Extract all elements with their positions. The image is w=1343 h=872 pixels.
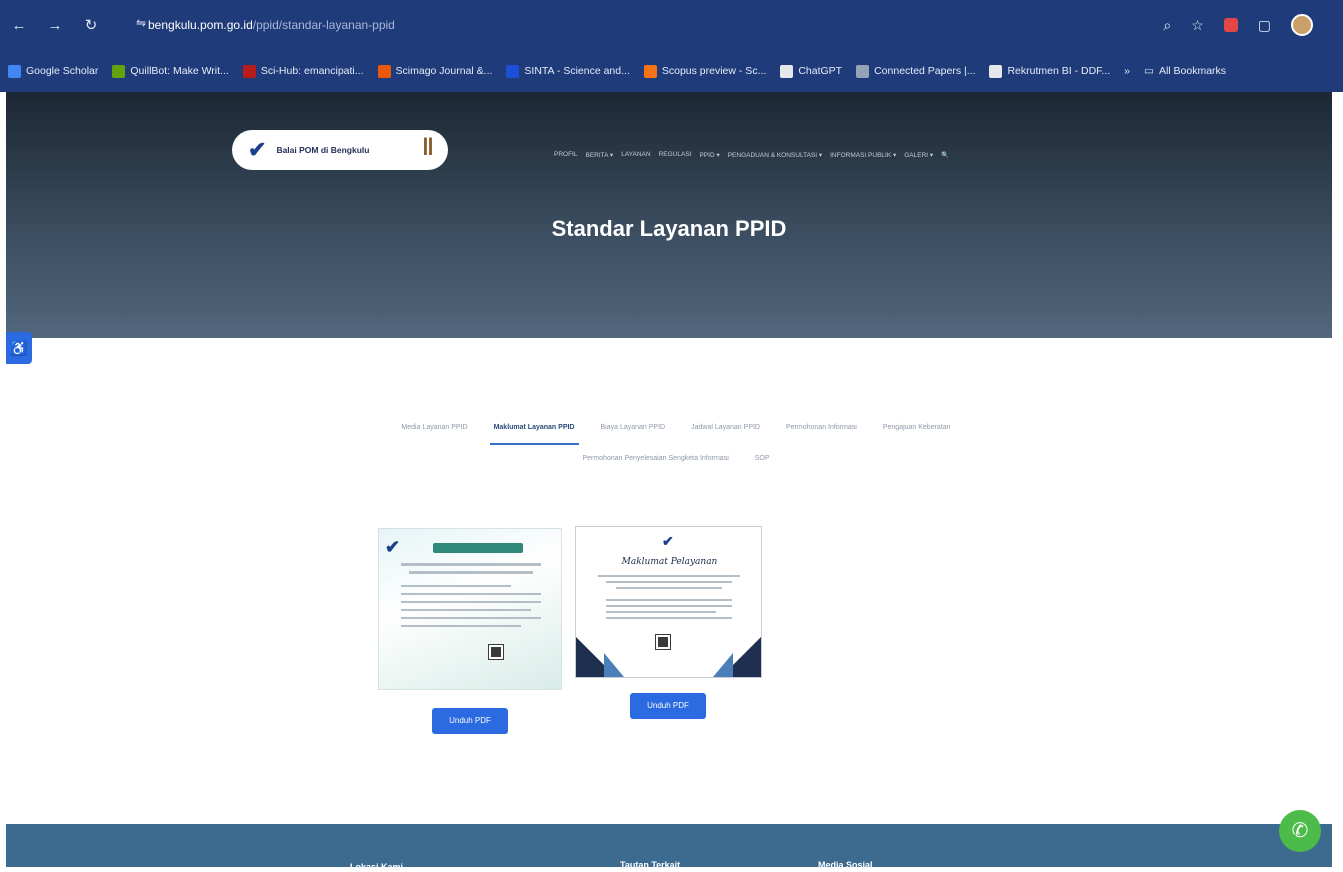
document-heading: Maklumat Pelayanan bbox=[621, 557, 718, 567]
footer-social-heading: Media Sosial bbox=[818, 860, 873, 870]
logo-text: Balai POM di Bengkulu bbox=[276, 145, 370, 155]
tab-item[interactable]: SOP bbox=[751, 447, 774, 474]
bookmark-favicon-icon bbox=[377, 64, 391, 78]
bookmark-item[interactable]: Scopus preview - Sc... bbox=[643, 64, 767, 78]
nav-item[interactable]: PPID ▾ bbox=[699, 151, 719, 159]
bookmark-favicon-icon bbox=[856, 64, 870, 78]
bookmark-item[interactable]: Scimago Journal &... bbox=[377, 64, 493, 78]
back-icon[interactable]: ← bbox=[8, 17, 30, 34]
tab-item[interactable]: Permohonan Informasi bbox=[782, 416, 861, 445]
footer-links-heading: Tautan Terkait bbox=[620, 860, 681, 870]
browser-toolbar: ← → ↻ bengkulu.pom.go.id/ppid/standar-la… bbox=[0, 0, 1343, 92]
logo-check-icon: ✔ bbox=[662, 533, 674, 549]
url-path: /ppid/standar-layanan-ppid bbox=[252, 18, 395, 32]
bookmark-item[interactable]: ChatGPT bbox=[780, 64, 843, 78]
tab-item[interactable]: Biaya Layanan PPID bbox=[597, 416, 670, 445]
address-row: ← → ↻ bengkulu.pom.go.id/ppid/standar-la… bbox=[0, 0, 1343, 50]
bookmarks-bar: Google Scholar QuillBot: Make Writ... Sci-… bbox=[0, 50, 1343, 92]
bookmark-label: SINTA - Science and... bbox=[524, 65, 630, 77]
folder-icon: ▭ bbox=[1144, 65, 1154, 77]
profile-avatar[interactable] bbox=[1291, 14, 1313, 36]
bookmark-item[interactable]: SINTA - Science and... bbox=[506, 64, 630, 78]
document-banner bbox=[433, 543, 523, 553]
bookmark-item[interactable]: Rekrutmen BI - DDF... bbox=[989, 64, 1111, 78]
bookmark-label: Sci-Hub: emancipati... bbox=[260, 65, 364, 77]
download-pdf-button-1[interactable]: Unduh PDF bbox=[432, 708, 508, 734]
bookmark-favicon-icon bbox=[989, 64, 1003, 78]
qr-code-icon bbox=[655, 634, 671, 650]
site-footer: Lokasi Kami Tautan Terkait Media Sosial bbox=[6, 824, 1332, 872]
bookmark-favicon-icon bbox=[242, 64, 256, 78]
tab-row-1: Media Layanan PPID Maklumat Layanan PPID B… bbox=[326, 416, 1026, 445]
bookmark-item[interactable]: Connected Papers |... bbox=[856, 64, 976, 78]
footer-location-heading: Lokasi Kami bbox=[350, 862, 404, 872]
download-pdf-button-2[interactable]: Unduh PDF bbox=[630, 693, 706, 719]
extension-icon[interactable] bbox=[1223, 18, 1238, 32]
zoom-icon[interactable]: ⌕ bbox=[1163, 17, 1171, 34]
tab-item[interactable]: Maklumat Layanan PPID bbox=[489, 416, 579, 445]
address-bar[interactable]: bengkulu.pom.go.id/ppid/standar-layanan-… bbox=[118, 12, 1078, 38]
nav-item[interactable]: REGULASI bbox=[659, 151, 692, 159]
bookmark-favicon-icon bbox=[8, 64, 21, 78]
ppid-tabs: Media Layanan PPID Maklumat Layanan PPID B… bbox=[326, 416, 1026, 474]
bookmark-favicon-icon bbox=[112, 64, 126, 78]
whatsapp-icon[interactable]: ✆ bbox=[1279, 810, 1321, 852]
bookmark-favicon-icon bbox=[780, 64, 794, 78]
hero-banner: ✔ Balai POM di Bengkulu ǁ PROFIL BERITA ▾… bbox=[6, 92, 1332, 338]
bookmark-item[interactable]: Sci-Hub: emancipati... bbox=[242, 64, 364, 78]
bookmark-label: Connected Papers |... bbox=[874, 65, 976, 77]
bookmark-label: Scimago Journal &... bbox=[395, 65, 493, 77]
bookmark-label: QuillBot: Make Writ... bbox=[130, 65, 229, 77]
forward-icon[interactable]: → bbox=[44, 17, 66, 34]
nav-item[interactable]: PROFIL bbox=[554, 151, 577, 159]
qr-code-icon bbox=[488, 644, 504, 660]
main-navigation: PROFIL BERITA ▾ LAYANAN REGULASI PPID ▾ PENGA… bbox=[554, 151, 949, 159]
more-bookmarks-icon[interactable]: » bbox=[1124, 65, 1130, 77]
document-thumbnail-1[interactable]: ✔ bbox=[378, 528, 562, 690]
nav-item[interactable]: BERITA ▾ bbox=[585, 151, 613, 159]
tab-item[interactable]: Permohonan Penyelesaian Sengketa Informa… bbox=[578, 447, 732, 474]
tab-item[interactable]: Media Layanan PPID bbox=[397, 416, 471, 445]
bookmark-item[interactable]: Google Scholar bbox=[8, 64, 99, 78]
bookmark-favicon-icon bbox=[643, 64, 657, 78]
page-title: Standar Layanan PPID bbox=[551, 216, 787, 241]
decorative-corner bbox=[713, 653, 733, 677]
logo-check-icon: ✔ bbox=[248, 137, 267, 162]
logo-check-icon: ✔ bbox=[385, 537, 401, 557]
document-thumbnail-2[interactable]: ✔ Maklumat Pelayanan bbox=[575, 526, 762, 678]
bookmark-favicon-icon bbox=[506, 64, 520, 78]
site-info-icon[interactable]: ⇋ bbox=[136, 16, 146, 30]
nav-item[interactable]: INFORMASI PUBLIK ▾ bbox=[830, 151, 896, 159]
bookmark-label: Google Scholar bbox=[26, 65, 99, 77]
bookmark-label: ChatGPT bbox=[798, 65, 843, 77]
nav-item[interactable]: GALERI ▾ bbox=[904, 151, 933, 159]
extensions-puzzle-icon[interactable]: ▢ bbox=[1258, 17, 1271, 34]
logo-mark-icon: ǁ bbox=[422, 134, 434, 161]
tab-item[interactable]: Jadwal Layanan PPID bbox=[687, 416, 764, 445]
tab-row-2: Permohonan Penyelesaian Sengketa Informa… bbox=[326, 447, 1026, 474]
bookmark-label: Rekrutmen BI - DDF... bbox=[1007, 65, 1111, 77]
bookmark-label: Scopus preview - Sc... bbox=[661, 65, 767, 77]
all-bookmarks-button[interactable]: ▭ All Bookmarks bbox=[1144, 65, 1226, 77]
site-logo[interactable]: ✔ Balai POM di Bengkulu ǁ bbox=[232, 130, 448, 170]
reload-icon[interactable]: ↻ bbox=[80, 16, 102, 34]
nav-item[interactable]: PENGADUAN & KONSULTASI ▾ bbox=[728, 151, 822, 159]
tab-item[interactable]: Pengajuan Keberatan bbox=[879, 416, 955, 445]
url-host: bengkulu.pom.go.id bbox=[148, 18, 253, 32]
all-bookmarks-label: All Bookmarks bbox=[1158, 65, 1227, 77]
nav-item[interactable]: 🔍 bbox=[941, 151, 949, 159]
bookmark-star-icon[interactable]: ☆ bbox=[1191, 17, 1204, 34]
bookmark-item[interactable]: QuillBot: Make Writ... bbox=[112, 64, 229, 78]
nav-item[interactable]: LAYANAN bbox=[621, 151, 650, 159]
decorative-corner bbox=[604, 653, 624, 677]
accessibility-icon[interactable]: ♿ bbox=[6, 332, 32, 364]
